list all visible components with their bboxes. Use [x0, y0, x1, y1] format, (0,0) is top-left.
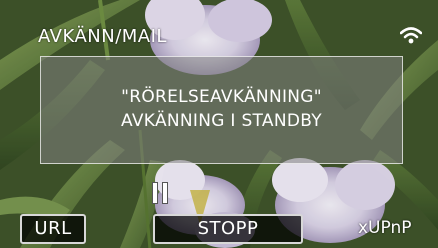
url-button[interactable]: URL — [20, 214, 86, 244]
upnp-status: xUPnP — [358, 218, 412, 238]
wifi-icon — [400, 27, 422, 44]
camera-screen: AVKÄNN/MAIL "RÖRELSEAVKÄNNING" AVKÄNNING… — [0, 0, 438, 248]
pause-icon — [150, 182, 172, 206]
mode-title: AVKÄNN/MAIL — [38, 26, 167, 47]
message-line-1: "RÖRELSEAVKÄNNING" — [121, 87, 322, 107]
status-message-box: "RÖRELSEAVKÄNNING" AVKÄNNING I STANDBY — [40, 56, 403, 164]
stop-button[interactable]: STOPP — [153, 214, 303, 244]
message-line-2: AVKÄNNING I STANDBY — [121, 111, 322, 131]
